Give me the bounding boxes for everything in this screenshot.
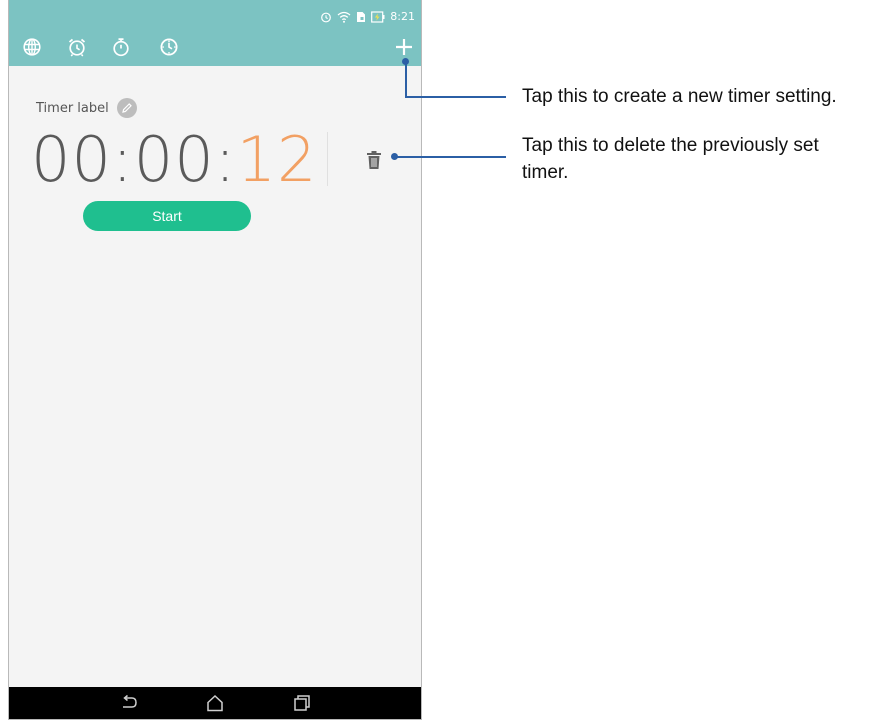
delete-callout-text: Tap this to delete the previously set ti…	[522, 135, 819, 183]
wifi-status-icon	[337, 11, 351, 23]
add-callout-text: Tap this to create a new timer setting.	[522, 86, 837, 107]
timer-display[interactable]: 00:00:12	[31, 124, 317, 196]
home-icon[interactable]	[205, 694, 225, 712]
alarm-status-icon	[321, 12, 332, 23]
stopwatch-icon	[113, 38, 129, 57]
timer-icon	[160, 38, 178, 56]
world-clock-tab[interactable]	[20, 35, 44, 59]
alarm-icon	[68, 38, 86, 57]
timer-label-row[interactable]: Timer label	[36, 98, 137, 118]
sim-status-icon	[357, 12, 366, 22]
add-timer-button[interactable]	[392, 35, 416, 59]
status-bar: 8:21	[9, 0, 421, 28]
timer-digits-main: 00:00:	[31, 123, 237, 196]
battery-charging-icon	[371, 11, 385, 23]
vertical-divider	[327, 132, 328, 186]
timer-tab[interactable]	[157, 35, 181, 59]
timer-digits-seconds: 12	[236, 123, 318, 196]
timer-label-text: Timer label	[36, 100, 109, 116]
plus-icon	[396, 39, 412, 55]
pencil-icon	[121, 103, 132, 113]
stopwatch-tab[interactable]	[109, 35, 133, 59]
start-button[interactable]: Start	[83, 201, 251, 231]
back-icon[interactable]	[119, 694, 139, 712]
alarm-tab[interactable]	[65, 35, 89, 59]
add-callout-line-horizontal	[405, 96, 506, 98]
recent-apps-icon[interactable]	[292, 694, 312, 712]
timer-content: Timer label 00:00:12 Start	[9, 66, 421, 688]
delete-callout-line	[396, 156, 506, 158]
status-time: 8:21	[390, 10, 415, 23]
phone-screen: 8:21 Timer label 00:00:12 Start	[8, 0, 422, 720]
edit-label-button[interactable]	[116, 98, 137, 118]
add-callout-line-vertical	[405, 62, 407, 98]
globe-icon	[23, 38, 41, 56]
status-icons: 8:21	[320, 10, 415, 24]
app-toolbar	[9, 28, 421, 66]
page-root: 8:21 Timer label 00:00:12 Start Tap this…	[0, 0, 873, 721]
navigation-bar	[9, 687, 421, 719]
delete-timer-button[interactable]	[365, 150, 383, 170]
